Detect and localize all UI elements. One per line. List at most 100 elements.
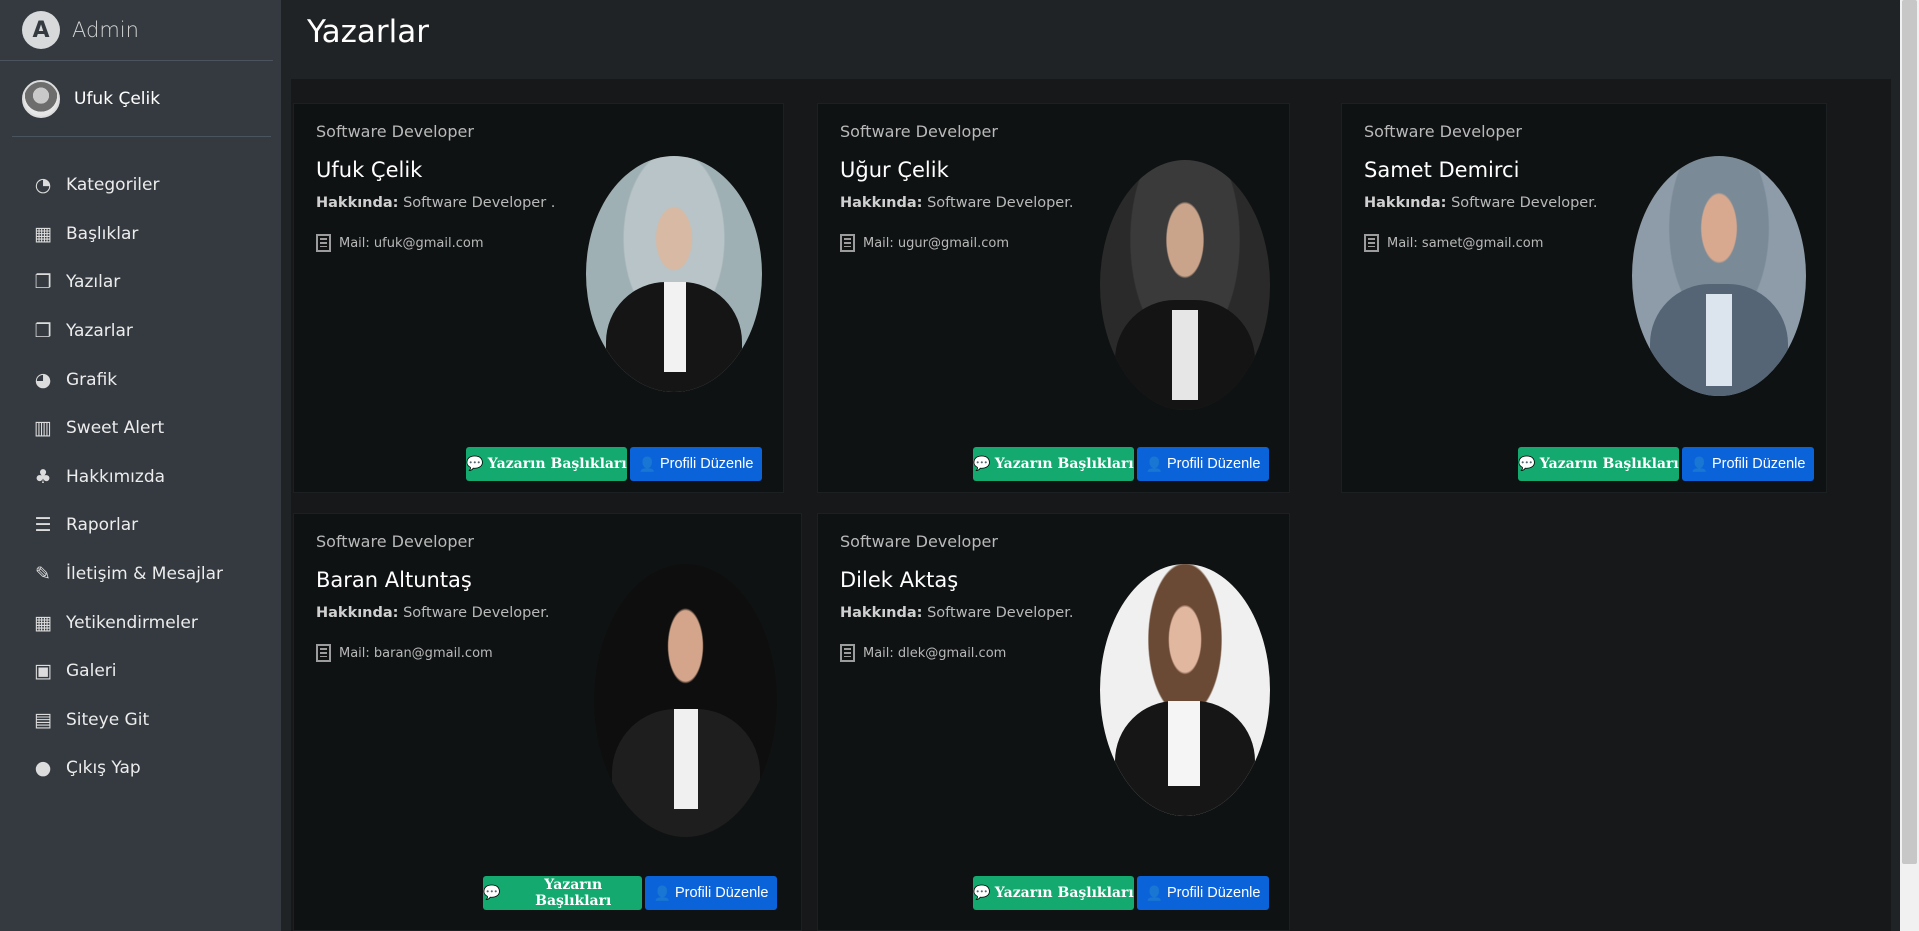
writer-role: Software Developer [1364, 122, 1522, 141]
writer-photo [1632, 156, 1806, 396]
sidebar-item-label: Raporlar [66, 515, 139, 536]
pie-chart-icon: ◕ [34, 368, 52, 391]
brand-name: Admin [72, 18, 139, 42]
scrollbar[interactable] [1900, 0, 1919, 931]
sidebar: A Admin Ufuk Çelik ◔ Kategoriler ▦ Başlıkl… [0, 0, 281, 931]
sidebar-item-iletisim[interactable]: ✎ İletişim & Mesajlar [0, 550, 281, 599]
brand-link[interactable]: A Admin [0, 0, 273, 61]
writer-posts-button[interactable]: 💬 Yazarın Başlıkları [973, 447, 1134, 481]
writer-name: Uğur Çelik [840, 158, 949, 182]
tree-icon: ♣ [34, 465, 52, 488]
sidebar-item-grafik[interactable]: ◕ Grafik [0, 355, 281, 404]
writer-about: Hakkında: Software Developer. [1364, 195, 1598, 211]
comments-icon: 💬 [483, 885, 501, 901]
sidebar-item-label: Çıkış Yap [66, 758, 141, 779]
writer-about: Hakkında: Software Developer. [840, 195, 1074, 211]
sidebar-item-label: Siteye Git [66, 709, 150, 730]
building-icon [840, 234, 855, 252]
comments-icon: 💬 [1518, 456, 1536, 472]
writer-mail: Mail: dlek@gmail.com [840, 644, 1006, 662]
building-icon [840, 644, 855, 662]
avatar [22, 79, 60, 118]
sidebar-item-yetkilendirmeler[interactable]: ▦ Yetikendirmeler [0, 598, 281, 647]
writer-posts-button[interactable]: 💬 Yazarın Başlıkları [973, 876, 1134, 910]
image-icon: ▣ [34, 660, 52, 683]
brand-logo: A [22, 11, 60, 49]
calendar-icon: ▦ [34, 611, 52, 634]
sidebar-item-kategoriler[interactable]: ◔ Kategoriler [0, 161, 281, 210]
building-icon [1364, 234, 1379, 252]
edit-profile-button[interactable]: 👤 Profili Düzenle [1137, 876, 1269, 910]
user-name: Ufuk Çelik [74, 88, 161, 109]
edit-profile-button[interactable]: 👤 Profili Düzenle [1682, 447, 1814, 481]
writer-mail: Mail: ufuk@gmail.com [316, 234, 484, 252]
comments-icon: 💬 [973, 456, 991, 472]
writer-card: Software Developer Samet Demirci Hakkınd… [1341, 103, 1827, 493]
writer-about: Hakkında: Software Developer. [840, 605, 1074, 621]
sidebar-item-label: Hakkımızda [66, 466, 166, 487]
sidebar-item-label: Yetikendirmeler [66, 612, 198, 633]
sidebar-item-galeri[interactable]: ▣ Galeri [0, 647, 281, 696]
user-panel[interactable]: Ufuk Çelik [12, 61, 271, 137]
copy-icon: ❐ [34, 271, 52, 294]
map-icon: ▥ [34, 417, 52, 440]
sidebar-item-raporlar[interactable]: ☰ Raporlar [0, 501, 281, 550]
writer-about: Hakkında: Software Developer. [316, 605, 550, 621]
sidebar-item-cikis-yap[interactable]: ● Çıkış Yap [0, 744, 281, 793]
apple-icon: ● [34, 757, 52, 780]
edit-profile-button[interactable]: 👤 Profili Düzenle [630, 447, 762, 481]
sidebar-item-hakkimizda[interactable]: ♣ Hakkımızda [0, 453, 281, 502]
writer-mail: Mail: samet@gmail.com [1364, 234, 1543, 252]
file-icon: ▤ [34, 708, 52, 731]
comments-icon: 💬 [973, 885, 991, 901]
grid-icon: ▦ [34, 222, 52, 245]
writer-photo [586, 156, 762, 392]
writer-photo [1100, 564, 1270, 816]
page-title: Yazarlar [307, 14, 430, 50]
user-icon: 👤 [1690, 455, 1708, 472]
building-icon [316, 234, 331, 252]
writer-posts-button[interactable]: 💬 Yazarın Başlıkları [1518, 447, 1679, 481]
writer-role: Software Developer [316, 532, 474, 551]
writer-about: Hakkında: Software Developer . [316, 195, 556, 211]
writer-role: Software Developer [840, 532, 998, 551]
writer-name: Samet Demirci [1364, 158, 1520, 182]
writer-mail: Mail: ugur@gmail.com [840, 234, 1009, 252]
sidebar-item-label: Başlıklar [66, 223, 139, 244]
writer-name: Baran Altuntaş [316, 568, 472, 592]
writer-posts-button[interactable]: 💬 Yazarın Başlıkları [483, 876, 642, 910]
sidebar-item-yazarlar[interactable]: ❐ Yazarlar [0, 307, 281, 356]
sidebar-item-label: Grafik [66, 369, 118, 390]
writer-posts-button[interactable]: 💬 Yazarın Başlıkları [466, 447, 627, 481]
sidebar-item-label: Yazılar [66, 272, 121, 293]
comments-icon: 💬 [466, 456, 484, 472]
sidebar-item-yazilar[interactable]: ❐ Yazılar [0, 258, 281, 307]
sidebar-item-label: Kategoriler [66, 175, 160, 196]
sidebar-item-sweet-alert[interactable]: ▥ Sweet Alert [0, 404, 281, 453]
writers-grid: Software Developer Ufuk Çelik Hakkında: … [291, 79, 1891, 931]
writer-card: Software Developer Uğur Çelik Hakkında: … [817, 103, 1290, 493]
scrollbar-thumb[interactable] [1902, 0, 1917, 864]
writer-photo [1100, 160, 1270, 410]
user-icon: 👤 [1145, 455, 1163, 472]
user-icon: 👤 [1145, 884, 1163, 901]
user-icon: 👤 [638, 455, 656, 472]
edit-profile-button[interactable]: 👤 Profili Düzenle [645, 876, 777, 910]
copy-icon: ❐ [34, 320, 52, 343]
writer-photo [594, 564, 777, 837]
writer-mail: Mail: baran@gmail.com [316, 644, 493, 662]
writer-name: Ufuk Çelik [316, 158, 423, 182]
tachometer-icon: ◔ [34, 174, 52, 197]
writer-card: Software Developer Baran Altuntaş Hakkın… [293, 513, 802, 931]
user-icon: 👤 [653, 884, 671, 901]
sidebar-item-basliklar[interactable]: ▦ Başlıklar [0, 210, 281, 259]
sidebar-item-label: Sweet Alert [66, 418, 165, 439]
app-window: A Admin Ufuk Çelik ◔ Kategoriler ▦ Başlıkl… [0, 0, 1919, 931]
sidebar-item-label: Yazarlar [66, 321, 133, 342]
sidebar-item-label: Galeri [66, 661, 117, 682]
edit-profile-button[interactable]: 👤 Profili Düzenle [1137, 447, 1269, 481]
sidebar-item-siteye-git[interactable]: ▤ Siteye Git [0, 696, 281, 745]
writer-name: Dilek Aktaş [840, 568, 959, 592]
main-content: Yazarlar Software Developer Ufuk Çelik H… [281, 0, 1900, 931]
writer-card: Software Developer Dilek Aktaş Hakkında:… [817, 513, 1290, 931]
